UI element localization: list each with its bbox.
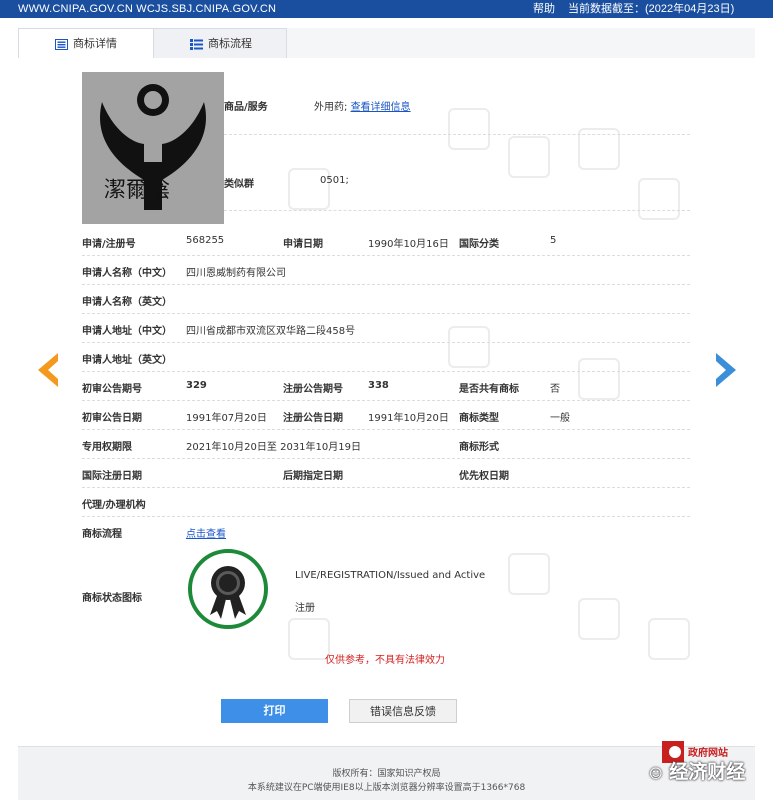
watermark-mark bbox=[448, 326, 490, 368]
view-details-link[interactable]: 查看详细信息 bbox=[351, 102, 411, 113]
trademark-logo-text: 潔爾陰 bbox=[104, 178, 170, 203]
list-doc-icon bbox=[55, 38, 68, 50]
row-divider bbox=[224, 210, 690, 211]
applicant-en-label: 申请人名称（英文） bbox=[82, 297, 172, 308]
reg-no-value: 568255 bbox=[186, 235, 225, 246]
reg-pub-date-value: 1991年10月20日 bbox=[368, 413, 449, 424]
status-registered-icon bbox=[188, 549, 268, 629]
mark-form-label: 商标形式 bbox=[459, 442, 499, 453]
prev-arrow-icon[interactable] bbox=[34, 351, 60, 389]
app-date-value: 1990年10月16日 bbox=[368, 239, 449, 250]
row-divider bbox=[224, 134, 690, 135]
top-bar: WWW.CNIPA.GOV.CN WCJS.SBJ.CNIPA.GOV.CN 帮… bbox=[0, 0, 773, 18]
watermark-mark bbox=[578, 598, 620, 640]
watermark-mark bbox=[508, 553, 550, 595]
applicant-cn-value: 四川恩威制药有限公司 bbox=[186, 268, 286, 279]
next-arrow-icon[interactable] bbox=[714, 351, 740, 389]
reg-pub-no-value: 338 bbox=[368, 380, 389, 391]
view-flow-link[interactable]: 点击查看 bbox=[186, 525, 226, 540]
flow-list-icon bbox=[190, 38, 203, 50]
site-url: WWW.CNIPA.GOV.CN WCJS.SBJ.CNIPA.GOV.CN bbox=[18, 3, 277, 15]
data-as-of: 当前数据截至：(2022年04月23日) bbox=[568, 3, 735, 15]
wechat-icon: ☺ bbox=[649, 767, 663, 782]
row-divider bbox=[82, 487, 690, 488]
row-divider bbox=[82, 313, 690, 314]
exclusive-period-label: 专用权期限 bbox=[82, 442, 132, 453]
row-divider bbox=[82, 255, 690, 256]
footer: 版权所有：国家知识产权局 本系统建议在PC端使用IE8以上版本浏览器分辨率设置高… bbox=[18, 746, 755, 800]
prelim-no-label: 初审公告期号 bbox=[82, 384, 142, 395]
similar-group-value: 0501; bbox=[320, 175, 349, 186]
wechat-watermark: ☺ 经济财经 bbox=[649, 757, 745, 784]
prelim-date-value: 1991年07月20日 bbox=[186, 413, 267, 424]
row-divider bbox=[82, 342, 690, 343]
status-icon-label: 商标状态图标 bbox=[82, 593, 142, 604]
reg-pub-no-label: 注册公告期号 bbox=[283, 384, 343, 395]
copyright-text: 版权所有：国家知识产权局 bbox=[332, 769, 441, 779]
address-en-label: 申请人地址（英文） bbox=[82, 355, 172, 366]
shared-value: 否 bbox=[550, 384, 560, 395]
row-divider bbox=[82, 371, 690, 372]
row-divider bbox=[82, 458, 690, 459]
watermark-mark bbox=[648, 618, 690, 660]
intl-class-label: 国际分类 bbox=[459, 239, 499, 250]
watermark-mark bbox=[638, 178, 680, 220]
watermark-mark bbox=[448, 108, 490, 150]
applicant-cn-label: 申请人名称（中文） bbox=[82, 268, 172, 279]
priority-date-label: 优先权日期 bbox=[459, 471, 509, 482]
goods-value: 外用药; 查看详细信息 bbox=[314, 98, 411, 113]
address-cn-label: 申请人地址（中文） bbox=[82, 326, 172, 337]
mark-type-label: 商标类型 bbox=[459, 413, 499, 424]
agency-label: 代理/办理机构 bbox=[82, 500, 146, 511]
row-divider bbox=[82, 284, 690, 285]
award-ribbon-icon bbox=[210, 566, 246, 619]
watermark-mark bbox=[288, 618, 330, 660]
intl-class-value: 5 bbox=[550, 235, 557, 246]
status-chinese: 注册 bbox=[295, 603, 315, 614]
tab-label: 商标流程 bbox=[208, 37, 252, 50]
app-date-label: 申请日期 bbox=[283, 239, 323, 250]
mark-type-value: 一般 bbox=[550, 413, 570, 424]
trademark-logo-graphic: 潔爾陰 bbox=[82, 72, 224, 224]
reg-pub-date-label: 注册公告日期 bbox=[283, 413, 343, 424]
watermark-mark bbox=[578, 358, 620, 400]
tab-bar: 商标详情 商标流程 bbox=[18, 28, 755, 59]
address-cn-value: 四川省成都市双流区双华路二段458号 bbox=[186, 326, 356, 337]
later-designation-label: 后期指定日期 bbox=[283, 471, 343, 482]
flow-label: 商标流程 bbox=[82, 529, 122, 540]
shared-label: 是否共有商标 bbox=[459, 384, 519, 395]
status-english: LIVE/REGISTRATION/Issued and Active bbox=[295, 570, 486, 581]
intl-reg-date-label: 国际注册日期 bbox=[82, 471, 142, 482]
trademark-logo-image: 潔爾陰 bbox=[82, 72, 224, 224]
goods-label: 商品/服务 bbox=[224, 102, 268, 113]
reg-no-label: 申请/注册号 bbox=[82, 239, 136, 250]
row-divider bbox=[82, 516, 690, 517]
tab-trademark-details[interactable]: 商标详情 bbox=[18, 28, 154, 59]
prelim-no-value: 329 bbox=[186, 380, 207, 391]
row-divider bbox=[82, 429, 690, 430]
print-button[interactable]: 打印 bbox=[221, 699, 328, 723]
row-divider bbox=[82, 400, 690, 401]
similar-group-label: 类似群 bbox=[224, 179, 254, 190]
help-link[interactable]: 帮助 bbox=[533, 0, 555, 18]
error-feedback-button[interactable]: 错误信息反馈 bbox=[349, 699, 457, 723]
prelim-date-label: 初审公告日期 bbox=[82, 413, 142, 424]
tab-label: 商标详情 bbox=[73, 37, 117, 50]
watermark-text: 经济财经 bbox=[669, 761, 746, 783]
tab-trademark-flow[interactable]: 商标流程 bbox=[153, 28, 287, 59]
browser-tip-text: 本系统建议在PC端使用IE8以上版本浏览器分辨率设置高于1366*768 bbox=[247, 783, 526, 793]
watermark-mark bbox=[508, 136, 550, 178]
exclusive-period-value: 2021年10月20日至 2031年10月19日 bbox=[186, 442, 361, 453]
legal-disclaimer: 仅供参考，不具有法律效力 bbox=[325, 655, 445, 666]
goods-text: 外用药; bbox=[314, 102, 348, 113]
